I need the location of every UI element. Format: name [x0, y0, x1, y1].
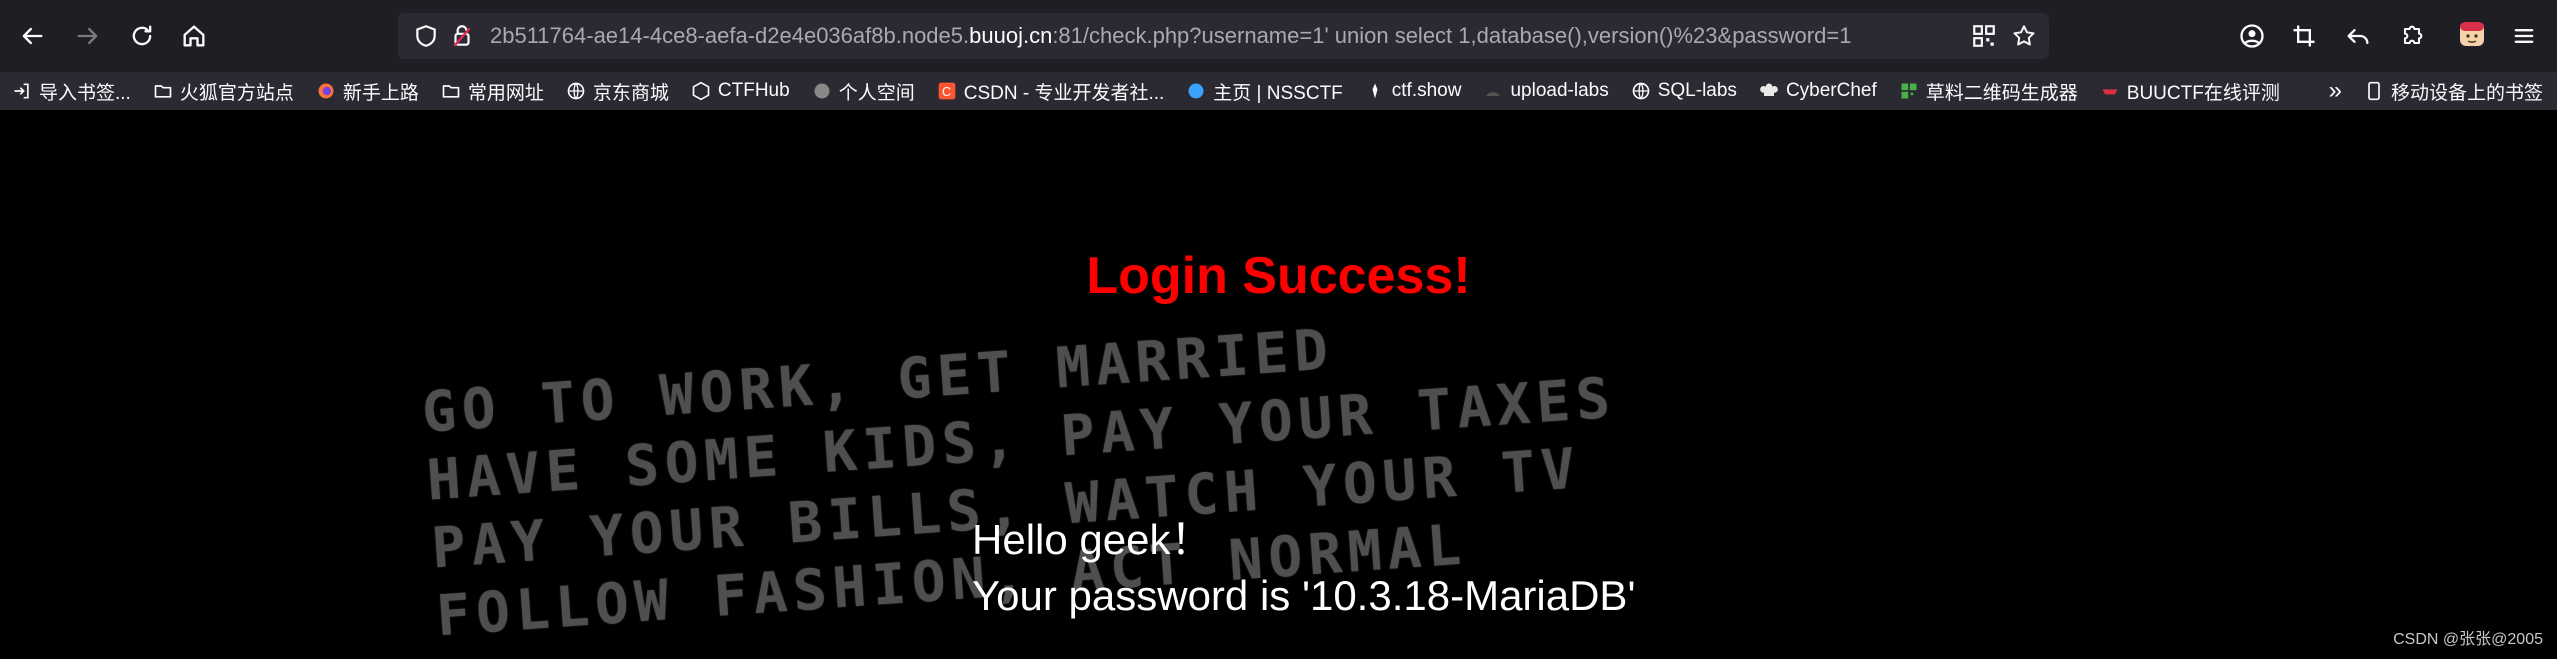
bookmark-item[interactable]: BUUCTF在线评测 — [2088, 72, 2290, 110]
result-message: Hello geek！ Your password is '10.3.18-Ma… — [972, 512, 1635, 624]
undo-button[interactable] — [2334, 12, 2382, 60]
bookmark-item[interactable]: ctf.show — [1353, 72, 1472, 110]
page-title: Login Success! — [1086, 247, 1471, 305]
bookmark-item[interactable]: 新手上路 — [304, 72, 429, 110]
bookmark-label: 草料二维码生成器 — [1925, 82, 2078, 104]
navigation-toolbar: 2b511764-ae14-4ce8-aefa-d2e4e036af8b.nod… — [0, 0, 2557, 72]
bookmark-label: 新手上路 — [342, 82, 419, 104]
extensions-button[interactable] — [2388, 12, 2436, 60]
undo-icon — [2347, 29, 2369, 45]
crop-icon — [2293, 25, 2315, 47]
account-button[interactable] — [2228, 12, 2276, 60]
puzzle-extension-icon — [2403, 25, 2423, 45]
profile-avatar-button[interactable] — [2448, 10, 2496, 58]
bookmark-label: SQL-labs — [1657, 80, 1737, 101]
bookmark-label: 京东商城 — [592, 82, 669, 104]
bookmark-label: BUUCTF在线评测 — [2126, 82, 2280, 104]
bookmark-label: 主页 | NSSCTF — [1213, 82, 1343, 104]
svg-text:C: C — [942, 85, 951, 99]
insecure-lock-icon[interactable] — [448, 22, 476, 50]
ctfhub-icon — [691, 81, 711, 101]
folder-icon — [441, 81, 461, 101]
bookmark-label: CSDN - 专业开发者社... — [963, 82, 1165, 104]
url-host: buuoj.cn — [969, 23, 1053, 48]
forward-button[interactable] — [64, 12, 112, 60]
bookmark-star-icon[interactable] — [2010, 22, 2038, 50]
home-button[interactable] — [170, 12, 218, 60]
bookmark-item[interactable]: 常用网址 — [429, 72, 554, 110]
watermark: CSDN @张张@2005 — [2393, 631, 2543, 648]
firefox-icon — [316, 81, 336, 101]
avatar-icon — [2460, 22, 2484, 46]
bookmark-label: 导入书签... — [39, 82, 131, 104]
mobile-device-icon — [2364, 81, 2384, 101]
bookmark-item[interactable]: CTFHub — [679, 72, 800, 110]
bookmark-item[interactable]: CyberChef — [1747, 72, 1887, 110]
bookmark-item[interactable]: 草料二维码生成器 — [1887, 72, 2088, 110]
bookmark-label: CyberChef — [1785, 80, 1877, 101]
url-text[interactable]: 2b511764-ae14-4ce8-aefa-d2e4e036af8b.nod… — [490, 13, 1851, 59]
import-icon — [12, 81, 32, 101]
folder-icon — [153, 81, 173, 101]
tracking-protection-shield-icon[interactable] — [412, 22, 440, 50]
reload-button[interactable] — [118, 12, 166, 60]
chevron-overflow-icon[interactable]: » — [2329, 77, 2342, 105]
greeting-text: Hello geek！ — [972, 516, 1213, 563]
qrcode-icon — [1899, 81, 1919, 101]
bookmark-item[interactable]: 主页 | NSSCTF — [1174, 72, 1353, 110]
forward-arrow-icon — [77, 27, 98, 45]
address-bar[interactable]: 2b511764-ae14-4ce8-aefa-d2e4e036af8b.nod… — [398, 13, 2049, 59]
url-suffix: :81/check.php?username=1' union select 1… — [1052, 23, 1852, 48]
url-prefix: 2b511764-ae14-4ce8-aefa-d2e4e036af8b.nod… — [490, 23, 970, 48]
bookmark-label: 火狐官方站点 — [179, 82, 294, 104]
bookmark-label: ctf.show — [1391, 80, 1462, 101]
screenshot-crop-button[interactable] — [2280, 12, 2328, 60]
qr-code-icon[interactable] — [1970, 22, 1998, 50]
bookmark-label: 常用网址 — [467, 82, 544, 104]
mobile-bookmarks[interactable]: 移动设备上的书签 — [2364, 72, 2543, 110]
chef-icon — [1759, 81, 1779, 101]
reload-icon — [132, 25, 152, 46]
space-icon — [812, 81, 832, 101]
globe-icon — [566, 81, 586, 101]
upload-icon — [1483, 81, 1503, 101]
csdn-icon: C — [937, 81, 957, 101]
buuctf-icon — [2100, 81, 2120, 101]
bookmark-item[interactable]: 个人空间 — [800, 72, 925, 110]
bookmark-item[interactable]: 京东商城 — [554, 72, 679, 110]
bookmark-label: upload-labs — [1510, 80, 1609, 101]
home-icon — [183, 25, 205, 47]
back-arrow-icon — [22, 27, 43, 45]
bookmarks-toolbar-right: » 移动设备上的书签 — [2329, 72, 2543, 110]
app-menu-button[interactable] — [2500, 12, 2548, 60]
page-content: GO TO WORK, GET MARRIED HAVE SOME KIDS, P… — [0, 110, 2557, 659]
nssctf-icon — [1186, 81, 1206, 101]
bookmark-item[interactable]: C CSDN - 专业开发者社... — [925, 72, 1175, 110]
mobile-bookmarks-label: 移动设备上的书签 — [2390, 82, 2543, 104]
bookmark-item[interactable]: 火狐官方站点 — [141, 72, 304, 110]
password-text: Your password is '10.3.18-MariaDB' — [972, 572, 1636, 619]
globe-icon — [1631, 81, 1651, 101]
bookmark-label: 个人空间 — [838, 82, 915, 104]
hamburger-menu-icon — [2514, 29, 2534, 43]
back-button[interactable] — [8, 12, 56, 60]
bookmark-item[interactable]: SQL-labs — [1619, 72, 1747, 110]
account-icon — [2240, 24, 2264, 48]
bookmark-label: CTFHub — [717, 80, 790, 101]
bookmark-item[interactable]: 导入书签... — [0, 72, 141, 110]
browser-window: 2b511764-ae14-4ce8-aefa-d2e4e036af8b.nod… — [0, 0, 2557, 659]
ctfshow-icon — [1365, 81, 1385, 101]
bookmarks-toolbar: 导入书签... 火狐官方站点 新手上路 常用网址 京东商城 CTFHub 个人空间 C CSDN… — [0, 72, 2557, 110]
bookmark-item[interactable]: upload-labs — [1471, 72, 1618, 110]
